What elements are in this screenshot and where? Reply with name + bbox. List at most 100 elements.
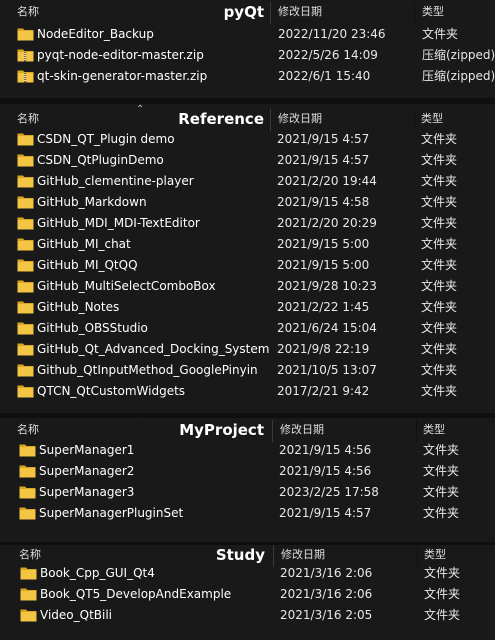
- sort-chevron-up-icon: ⌃: [136, 104, 145, 115]
- list-item[interactable]: SuperManager1 2021/9/15 4:56 文件夹: [0, 440, 495, 461]
- list-item[interactable]: GitHub_MI_chat 2021/9/15 5:00 文件夹: [0, 234, 495, 255]
- column-divider[interactable]: [414, 109, 415, 131]
- item-name: GitHub_MDI_MDI-TextEditor: [37, 216, 200, 230]
- column-type-header[interactable]: 类型: [423, 418, 445, 442]
- list-item[interactable]: SuperManagerPluginSet 2021/9/15 4:57 文件夹: [0, 503, 495, 524]
- item-modified-date: 2021/10/5 13:07: [277, 363, 377, 377]
- list-item[interactable]: GitHub_Markdown 2021/9/15 4:58 文件夹: [0, 192, 495, 213]
- item-name: Github_QtInputMethod_GooglePinyin: [37, 363, 258, 377]
- item-name: GitHub_clementine-player: [37, 174, 194, 188]
- item-name: GitHub_Notes: [37, 300, 120, 314]
- item-type: 文件夹: [424, 566, 461, 580]
- list-item[interactable]: QTCN_QtCustomWidgets 2017/2/21 9:42 文件夹: [0, 381, 495, 402]
- list-item[interactable]: GitHub_Qt_Advanced_Docking_System 2021/9/…: [0, 339, 495, 360]
- list-item[interactable]: Video_QtBili 2021/3/16 2:05 文件夹: [0, 605, 495, 626]
- list-item[interactable]: NodeEditor_Backup 2022/11/20 23:46 文件夹: [0, 24, 495, 45]
- list-item[interactable]: SuperManager3 2023/2/25 17:58 文件夹: [0, 482, 495, 503]
- list-item[interactable]: pyqt-node-editor-master.zip 2022/5/26 14:…: [0, 45, 495, 66]
- column-date-header[interactable]: 修改日期: [278, 107, 322, 131]
- item-type: 压缩(zipped)文件夹: [422, 69, 495, 83]
- list-item[interactable]: CSDN_QT_Plugin demo 2021/9/15 4:57 文件夹: [0, 129, 495, 150]
- item-name: pyqt-node-editor-master.zip: [37, 48, 204, 62]
- item-modified-date: 2021/2/22 1:45: [277, 300, 370, 314]
- column-type-header[interactable]: 类型: [422, 0, 444, 24]
- item-name: GitHub_Qt_Advanced_Docking_System: [37, 342, 270, 356]
- item-type: 文件夹: [421, 195, 458, 209]
- column-divider[interactable]: [270, 2, 271, 24]
- item-modified-date: 2021/9/8 22:19: [277, 342, 370, 356]
- folder-icon: [19, 485, 36, 499]
- list-item[interactable]: Github_QtInputMethod_GooglePinyin 2021/10…: [0, 360, 495, 381]
- item-modified-date: 2022/6/1 15:40: [278, 69, 371, 83]
- list-item[interactable]: GitHub_Notes 2021/2/22 1:45 文件夹: [0, 297, 495, 318]
- folder-icon: [17, 258, 34, 272]
- folder-icon: [17, 153, 34, 167]
- item-name: SuperManagerPluginSet: [39, 506, 184, 520]
- item-modified-date: 2021/3/16 2:06: [280, 587, 373, 601]
- item-name: CSDN_QT_Plugin demo: [37, 132, 175, 146]
- folder-icon: [20, 587, 37, 601]
- column-divider[interactable]: [270, 109, 271, 131]
- sort-chevron-up-icon: ⌃: [136, 418, 145, 426]
- list-item[interactable]: GitHub_clementine-player 2021/2/20 19:44 文…: [0, 171, 495, 192]
- panel-reference: ⌃ 名称 Reference 修改日期 类型 CSDN_QT_Plugin de…: [0, 104, 495, 413]
- item-type: 文件夹: [423, 506, 460, 520]
- panel-title: MyProject: [179, 421, 264, 439]
- item-modified-date: 2021/9/15 4:56: [279, 464, 372, 478]
- item-name: GitHub_MI_QtQQ: [37, 258, 138, 272]
- list-item[interactable]: GitHub_MDI_MDI-TextEditor 2021/2/20 20:29…: [0, 213, 495, 234]
- item-type: 文件夹: [421, 363, 458, 377]
- item-type: 文件夹: [424, 587, 461, 601]
- column-header: ⌃ 名称 pyQt 修改日期 类型: [0, 0, 495, 24]
- item-type: 文件夹: [423, 443, 460, 457]
- column-date-header[interactable]: 修改日期: [278, 0, 322, 24]
- list-item[interactable]: Book_Cpp_GUI_Qt4 2021/3/16 2:06 文件夹: [0, 563, 495, 584]
- item-name: CSDN_QtPluginDemo: [37, 153, 164, 167]
- item-type: 文件夹: [421, 342, 458, 356]
- folder-icon: [20, 566, 37, 580]
- item-name: GitHub_MI_chat: [37, 237, 131, 251]
- column-type-header[interactable]: 类型: [421, 107, 443, 131]
- item-modified-date: 2021/2/20 20:29: [277, 216, 377, 230]
- panel-study: ⌃ 名称 Study 修改日期 类型 Book_Cpp_GUI_Qt4 2021/…: [0, 545, 495, 640]
- folder-icon: [17, 237, 34, 251]
- list-item[interactable]: SuperManager2 2021/9/15 4:56 文件夹: [0, 461, 495, 482]
- item-name: SuperManager3: [39, 485, 135, 499]
- column-divider[interactable]: [416, 420, 417, 442]
- item-type: 压缩(zipped)文件夹: [422, 48, 495, 62]
- column-divider[interactable]: [414, 2, 415, 24]
- item-name: Book_Cpp_GUI_Qt4: [40, 566, 155, 580]
- folder-icon: [17, 300, 34, 314]
- item-name: NodeEditor_Backup: [37, 27, 154, 41]
- column-name-header[interactable]: 名称: [17, 418, 39, 442]
- item-modified-date: 2021/9/15 4:57: [279, 506, 372, 520]
- column-name-header[interactable]: 名称: [17, 107, 39, 131]
- sort-chevron-up-icon: ⌃: [138, 545, 147, 551]
- list-item[interactable]: CSDN_QtPluginDemo 2021/9/15 4:57 文件夹: [0, 150, 495, 171]
- item-modified-date: 2021/6/24 15:04: [277, 321, 377, 335]
- zip-folder-icon: [17, 48, 34, 62]
- item-type: 文件夹: [421, 132, 458, 146]
- panel-title: Reference: [178, 110, 264, 128]
- list-item[interactable]: GitHub_MI_QtQQ 2021/9/15 5:00 文件夹: [0, 255, 495, 276]
- column-divider[interactable]: [272, 420, 273, 442]
- item-name: QTCN_QtCustomWidgets: [37, 384, 186, 398]
- list-item[interactable]: GitHub_OBSStudio 2021/6/24 15:04 文件夹: [0, 318, 495, 339]
- zip-folder-icon: [17, 69, 34, 83]
- column-name-header[interactable]: 名称: [17, 0, 39, 24]
- item-type: 文件夹: [421, 153, 458, 167]
- list-item[interactable]: GitHub_MultiSelectComboBox 2021/9/28 10:2…: [0, 276, 495, 297]
- folder-icon: [17, 363, 34, 377]
- item-type: 文件夹: [421, 216, 458, 230]
- folder-icon: [17, 342, 34, 356]
- list-item[interactable]: Book_QT5_DevelopAndExample 2021/3/16 2:06…: [0, 584, 495, 605]
- list-item[interactable]: qt-skin-generator-master.zip 2022/6/1 15:…: [0, 66, 495, 87]
- item-modified-date: 2021/9/15 5:00: [277, 237, 370, 251]
- item-modified-date: 2021/9/15 4:56: [279, 443, 372, 457]
- column-date-header[interactable]: 修改日期: [280, 418, 324, 442]
- folder-icon: [17, 195, 34, 209]
- folder-icon: [19, 464, 36, 478]
- folder-icon: [20, 608, 37, 622]
- item-modified-date: 2022/11/20 23:46: [278, 27, 386, 41]
- item-modified-date: 2021/9/15 4:58: [277, 195, 370, 209]
